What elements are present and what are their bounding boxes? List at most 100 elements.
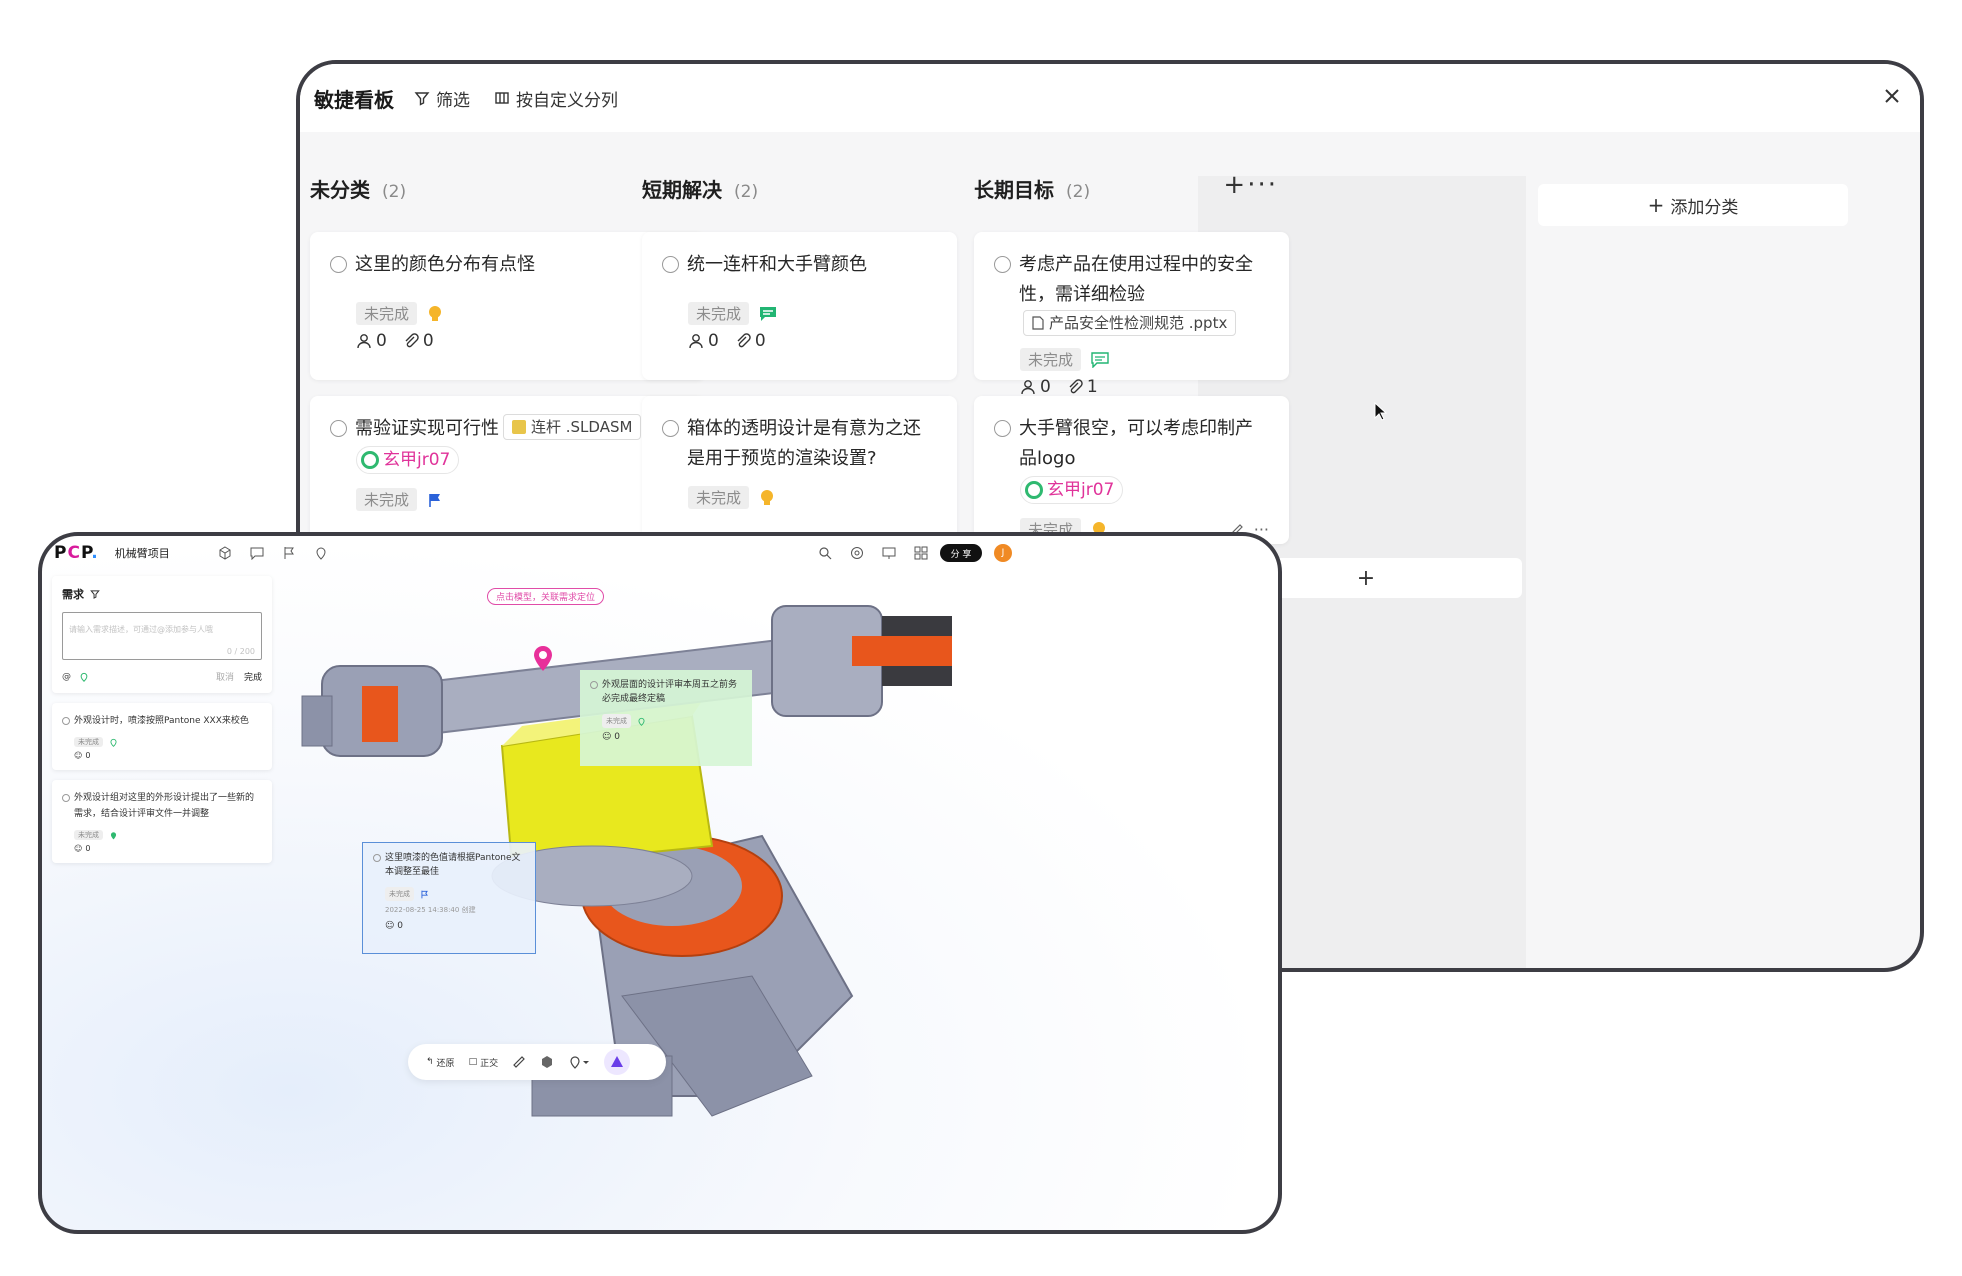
complete-radio[interactable] xyxy=(62,794,70,802)
card-text: 考虑产品在使用过程中的安全性，需详细检验 xyxy=(1019,254,1253,305)
person-icon: ☺ xyxy=(602,732,612,742)
comment-icon[interactable] xyxy=(250,546,264,560)
complete-radio[interactable] xyxy=(330,420,347,437)
flag-icon[interactable] xyxy=(282,546,296,560)
location-pin-icon[interactable] xyxy=(79,672,89,682)
filter-icon[interactable] xyxy=(90,589,100,599)
ortho-button[interactable]: □ 正交 xyxy=(469,1056,499,1069)
attachments-count: 0 xyxy=(735,331,766,351)
column-header: 长期目标 (2) xyxy=(974,174,1090,203)
close-icon[interactable] xyxy=(1878,82,1906,110)
task-card[interactable]: 大手臂很空，可以考虑印制产品logo 玄甲jr07 未完成 ··· xyxy=(974,396,1289,544)
project-name: 机械臂项目 xyxy=(114,547,170,560)
grid-icon[interactable] xyxy=(914,546,928,560)
status-badge: 未完成 xyxy=(688,302,750,325)
file-chip[interactable]: 产品安全性检测规范 .pptx xyxy=(1023,310,1237,336)
filter-icon xyxy=(414,92,430,106)
complete-radio[interactable] xyxy=(590,681,598,689)
user-chip[interactable]: 玄甲jr07 xyxy=(1020,476,1124,504)
task-card[interactable]: 统一连杆和大手臂颜色 未完成 0 0 xyxy=(642,232,957,380)
column-header: 未分类 (2) xyxy=(310,174,406,203)
avatar[interactable]: J xyxy=(994,544,1012,562)
material-icon[interactable] xyxy=(540,1055,554,1069)
column-header: 短期解决 (2) xyxy=(642,174,758,203)
pin-dropdown-icon[interactable] xyxy=(568,1055,590,1069)
status-badge: 未完成 xyxy=(385,887,414,901)
members-count: 0 xyxy=(397,921,403,931)
requirement-input[interactable]: 请输入需求描述，可通过@添加参与人哦 0 / 200 xyxy=(62,612,262,660)
card-text: 这里的颜色分布有点怪 xyxy=(355,254,535,275)
person-icon: ☺ xyxy=(74,844,83,853)
column-count: (2) xyxy=(734,182,759,202)
location-pin-icon[interactable] xyxy=(532,644,554,672)
search-icon[interactable] xyxy=(818,546,832,560)
comment-icon xyxy=(759,306,777,322)
model-viewer-window: PCP. 机械臂项目 分 享 J 需求 请输入需求描述，可通过@添加参与人哦 0… xyxy=(38,532,1282,1234)
panel-title: 需求 xyxy=(62,588,84,601)
lightbulb-icon xyxy=(759,489,775,507)
pyramid-icon xyxy=(611,1056,624,1067)
custom-columns-button[interactable]: 按自定义分列 xyxy=(494,86,618,111)
flag-icon xyxy=(427,492,443,508)
complete-radio[interactable] xyxy=(330,256,347,273)
members-count: 0 xyxy=(614,732,620,742)
share-button[interactable]: 分 享 xyxy=(940,544,982,562)
present-icon[interactable] xyxy=(882,546,896,560)
attachments-count: 1 xyxy=(1067,377,1098,397)
location-pin-icon xyxy=(110,831,117,839)
status-badge: 未完成 xyxy=(688,486,750,509)
complete-radio[interactable] xyxy=(662,420,679,437)
app-logo: PCP. xyxy=(54,543,99,563)
complete-radio[interactable] xyxy=(373,854,381,862)
complete-radio[interactable] xyxy=(994,256,1011,273)
cancel-button[interactable]: 取消 xyxy=(216,670,234,683)
requirements-panel: 需求 请输入需求描述，可通过@添加参与人哦 0 / 200 @ 取消 完成 外观… xyxy=(52,576,272,873)
column-count: (2) xyxy=(1066,182,1091,202)
lightbulb-icon xyxy=(427,305,443,323)
cube-icon[interactable] xyxy=(218,546,232,560)
avatar xyxy=(361,451,379,469)
hint-bubble: 点击模型，关联需求定位 xyxy=(487,588,605,605)
location-pin-icon[interactable] xyxy=(314,546,328,560)
filter-button[interactable]: 筛选 xyxy=(414,86,470,111)
filter-label: 筛选 xyxy=(436,90,470,111)
person-icon: ☺ xyxy=(385,921,395,931)
measure-icon[interactable] xyxy=(512,1055,526,1069)
annotation-note[interactable]: 外观层面的设计评审本周五之前务必完成最终定稿 未完成 ☺ 0 xyxy=(580,670,752,766)
custom-columns-label: 按自定义分列 xyxy=(516,90,618,111)
person-icon xyxy=(689,334,703,349)
at-icon[interactable] xyxy=(850,546,864,560)
column-title: 未分类 xyxy=(310,178,370,202)
column-count: (2) xyxy=(382,182,407,202)
person-icon: ☺ xyxy=(74,751,83,760)
status-badge: 未完成 xyxy=(74,737,103,747)
mention-button[interactable]: @ xyxy=(62,672,71,682)
annotation-note[interactable]: 这里喷漆的色值请根据Pantone文本调整至最佳 未完成 2022-08-25 … xyxy=(362,842,536,954)
user-chip[interactable]: 玄甲jr07 xyxy=(356,446,460,474)
list-item[interactable]: 外观设计组对这里的外形设计提出了一些新的需求，结合设计评审文件一并调整 未完成 … xyxy=(52,780,272,863)
complete-radio[interactable] xyxy=(994,420,1011,437)
mouse-cursor-icon xyxy=(1374,402,1388,421)
add-category-button[interactable]: + 添加分类 xyxy=(1538,184,1848,226)
complete-radio[interactable] xyxy=(662,256,679,273)
column-title: 短期解决 xyxy=(642,178,722,202)
column-actions-button[interactable]: +··· xyxy=(1223,170,1278,200)
restore-button[interactable]: ↰ 还原 xyxy=(426,1056,455,1069)
card-text: 需验证实现可行性 xyxy=(355,418,499,439)
comment-icon xyxy=(1091,351,1109,368)
complete-radio[interactable] xyxy=(62,717,70,725)
person-icon xyxy=(1021,380,1035,395)
assembly-icon xyxy=(512,420,526,434)
file-chip[interactable]: 连杆 .SLDASM xyxy=(503,414,642,440)
note-text: 外观层面的设计评审本周五之前务必完成最终定稿 xyxy=(602,680,738,704)
note-text: 这里喷漆的色值请根据Pantone文本调整至最佳 xyxy=(385,853,521,877)
model-tool-button[interactable] xyxy=(604,1049,631,1075)
created-timestamp: 2022-08-25 14:38:40 创建 xyxy=(385,906,476,914)
task-card[interactable]: 考虑产品在使用过程中的安全性，需详细检验 产品安全性检测规范 .pptx 未完成… xyxy=(974,232,1289,397)
square-icon: □ xyxy=(468,1057,478,1067)
location-pin-icon xyxy=(110,738,117,747)
list-item[interactable]: 外观设计时，喷漆按照Pantone XXX来校色 未完成 ☺ 0 xyxy=(52,703,272,770)
status-badge: 未完成 xyxy=(1020,348,1082,371)
done-button[interactable]: 完成 xyxy=(244,670,262,683)
paperclip-icon xyxy=(737,333,751,348)
